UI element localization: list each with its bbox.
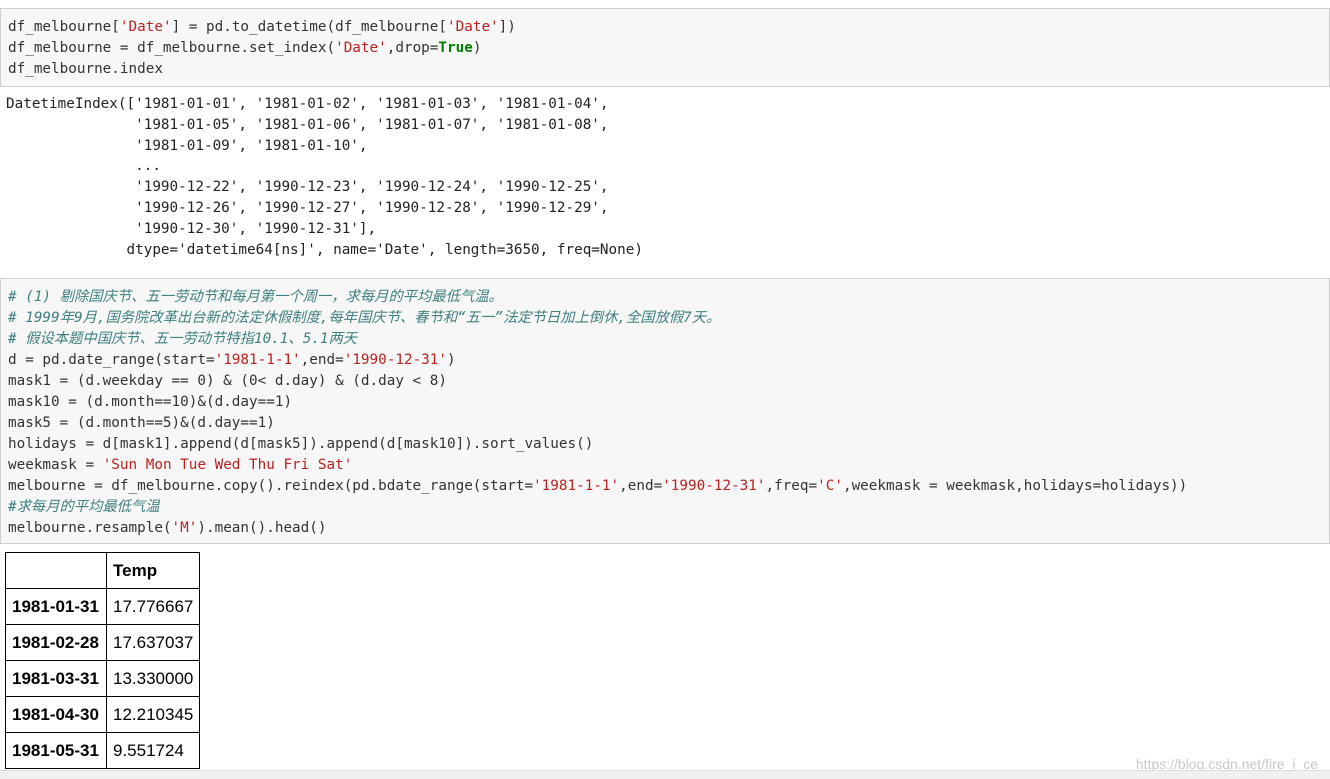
output-line: dtype='datetime64[ns]', name='Date', len… [6,241,643,258]
output-datetimeindex: DatetimeIndex(['1981-01-01', '1981-01-02… [0,88,1330,274]
cell-temp: 9.551724 [105,732,201,769]
code-line: melbourne = df_melbourne.copy().reindex(… [8,476,1322,497]
code-token: holidays = d[mask1].append(d[mask5]).app… [8,436,594,452]
cell-temp: 17.776667 [105,588,201,625]
code-line: holidays = d[mask1].append(d[mask5]).app… [8,434,1322,455]
code-cell-2[interactable]: # (1) 剔除国庆节、五一劳动节和每月第一个周一，求每月的平均最低气温。 # 1… [0,278,1330,544]
code-line: # 1999年9月,国务院改革出台新的法定休假制度,每年国庆节、春节和“五一”法… [8,308,1322,329]
string-literal: 'Date' [335,40,387,56]
cell-temp: 17.637037 [105,624,201,661]
notebook-page: df_melbourne['Date'] = pd.to_datetime(df… [0,0,1330,779]
code-comment: #求每月的平均最低气温 [8,499,160,515]
output-line: '1981-01-09', '1981-01-10', [6,137,368,154]
row-index: 1981-04-30 [5,696,107,733]
code-token: melbourne.resample( [8,520,172,536]
code-cell-1[interactable]: df_melbourne['Date'] = pd.to_datetime(df… [0,8,1330,87]
code-line: df_melbourne['Date'] = pd.to_datetime(df… [8,17,1322,38]
code-line: df_melbourne = df_melbourne.set_index('D… [8,38,1322,59]
row-index: 1981-02-28 [5,624,107,661]
code-token: ,weekmask = weekmask,holidays=holidays)) [842,478,1188,494]
dataframe-table: Temp 1981-01-31 17.776667 1981-02-28 17.637… [5,552,201,769]
code-token: ,freq= [765,478,818,494]
code-line: # 假设本题中国庆节、五一劳动节特指10.1、5.1两天 [8,329,1322,350]
code-line: d = pd.date_range(start='1981-1-1',end='… [8,350,1322,371]
output-line: DatetimeIndex(['1981-01-01', '1981-01-02… [6,96,609,112]
code-token: df_melbourne.index [8,61,163,77]
code-line: melbourne.resample('M').mean().head() [8,518,1322,539]
row-index: 1981-01-31 [5,588,107,625]
cell-temp: 12.210345 [105,696,201,733]
code-token: melbourne = df_melbourne.copy().reindex(… [8,478,534,494]
code-token: ,drop= [386,40,439,56]
output-line: '1981-01-05', '1981-01-06', '1981-01-07'… [6,116,609,133]
code-comment: # 假设本题中国庆节、五一劳动节特指10.1、5.1两天 [8,331,358,347]
output-line: '1990-12-26', '1990-12-27', '1990-12-28'… [6,199,609,216]
output-line: ... [6,158,161,175]
code-line: mask5 = (d.month==5)&(d.day==1) [8,413,1322,434]
string-literal: '1990-12-31' [662,478,766,494]
table-row: 1981-04-30 12.210345 [5,696,201,733]
column-header-temp: Temp [105,552,201,589]
string-literal: '1990-12-31' [343,352,448,368]
string-literal: 'M' [171,520,198,536]
code-comment: # 1999年9月,国务院改革出台新的法定休假制度,每年国庆节、春节和“五一”法… [8,310,721,326]
code-token: mask5 = (d.month==5)&(d.day==1) [8,415,275,431]
code-line: # (1) 剔除国庆节、五一劳动节和每月第一个周一，求每月的平均最低气温。 [8,287,1322,308]
output-line: '1990-12-30', '1990-12-31'], [6,220,377,237]
table-row: 1981-02-28 17.637037 [5,624,201,661]
string-literal: 'Date' [119,19,172,35]
code-token: d = pd.date_range(start= [8,352,215,368]
table-row: 1981-05-31 9.551724 [5,732,201,769]
code-token: ,end= [619,478,663,494]
code-line: weekmask = 'Sun Mon Tue Wed Thu Fri Sat' [8,455,1322,476]
output-line: '1990-12-22', '1990-12-23', '1990-12-24'… [6,179,609,196]
code-token: ] = pd.to_datetime(df_melbourne[ [171,19,448,35]
code-line: mask1 = (d.weekday == 0) & (0< d.day) & … [8,371,1322,392]
code-line: #求每月的平均最低气温 [8,497,1322,518]
code-token: df_melbourne = df_melbourne.set_index( [8,40,336,56]
string-literal: '1981-1-1' [533,478,620,494]
code-token: mask10 = (d.month==10)&(d.day==1) [8,394,293,410]
code-token: ).mean().head() [197,520,327,536]
table-row: 1981-03-31 13.330000 [5,660,201,697]
cell-temp: 13.330000 [105,660,201,697]
code-token: ]) [498,19,516,35]
table-header-row: Temp [5,552,201,589]
code-line: df_melbourne.index [8,59,1322,80]
keyword: True [438,40,473,56]
code-token: df_melbourne[ [8,19,120,35]
index-header [5,552,107,589]
row-index: 1981-05-31 [5,732,107,769]
code-comment: # (1) 剔除国庆节、五一劳动节和每月第一个周一，求每月的平均最低气温。 [8,289,503,305]
row-index: 1981-03-31 [5,660,107,697]
code-token: ,end= [300,352,344,368]
table-row: 1981-01-31 17.776667 [5,588,201,625]
string-literal: 'Sun Mon Tue Wed Thu Fri Sat' [102,457,353,473]
code-token: weekmask = [8,457,103,473]
string-literal: 'C' [817,478,843,494]
code-token: ) [472,40,482,56]
code-token: ) [447,352,456,368]
string-literal: 'Date' [447,19,499,35]
code-token: mask1 = (d.weekday == 0) & (0< d.day) & … [8,373,447,389]
code-line: mask10 = (d.month==10)&(d.day==1) [8,392,1322,413]
string-literal: '1981-1-1' [214,352,301,368]
